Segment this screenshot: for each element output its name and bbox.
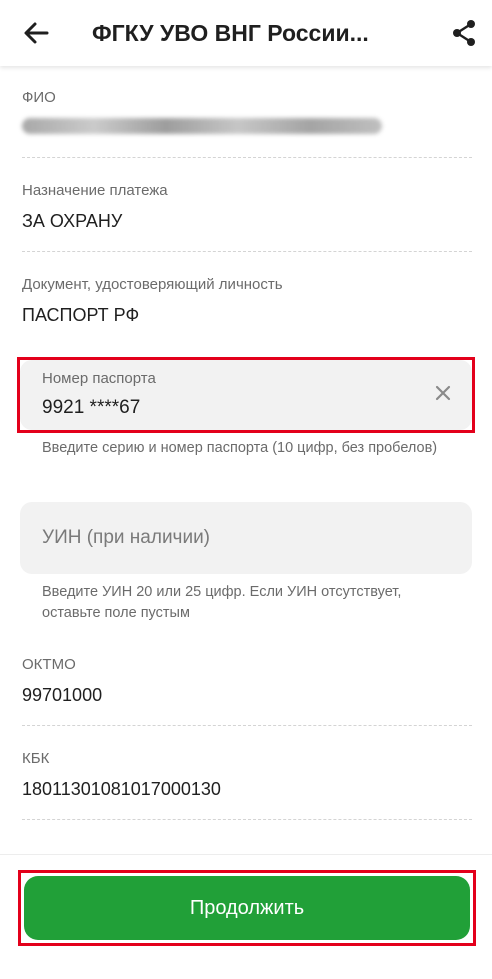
oktmo-field: ОКТМО 99701000: [22, 655, 472, 707]
share-icon[interactable]: [450, 18, 478, 48]
continue-highlight-outline: [18, 870, 476, 946]
document-field: Документ, удостоверяющий личность ПАСПОР…: [22, 275, 472, 327]
fio-label: ФИО: [22, 89, 56, 106]
kbk-label: КБК: [22, 750, 50, 767]
arrow-left-icon[interactable]: [20, 18, 52, 48]
divider: [22, 251, 472, 252]
top-app-bar: ФГКУ УВО ВНГ России...: [0, 0, 492, 66]
fio-field: ФИО: [22, 88, 472, 134]
oktmo-label: ОКТМО: [22, 656, 76, 673]
purpose-value: ЗА ОХРАНУ: [22, 211, 123, 231]
passport-highlight-outline: [17, 357, 475, 433]
divider: [22, 157, 472, 158]
kbk-value: 18011301081017000130: [22, 779, 221, 799]
document-label: Документ, удостоверяющий личность: [22, 276, 283, 293]
purpose-label: Назначение платежа: [22, 182, 168, 199]
document-value: ПАСПОРТ РФ: [22, 305, 140, 325]
divider: [22, 725, 472, 726]
uin-hint: Введите УИН 20 или 25 цифр. Если УИН отс…: [42, 584, 402, 621]
uin-input[interactable]: УИН (при наличии): [20, 502, 472, 574]
oktmo-value: 99701000: [22, 685, 103, 705]
kbk-field: КБК 18011301081017000130: [22, 749, 472, 801]
fio-value-redacted: [22, 118, 382, 134]
passport-hint: Введите серию и номер паспорта (10 цифр,…: [42, 440, 438, 456]
page-title: ФГКУ УВО ВНГ России...: [92, 20, 369, 46]
uin-placeholder[interactable]: УИН (при наличии): [42, 526, 210, 550]
divider: [22, 819, 472, 820]
purpose-field: Назначение платежа ЗА ОХРАНУ: [22, 181, 472, 233]
